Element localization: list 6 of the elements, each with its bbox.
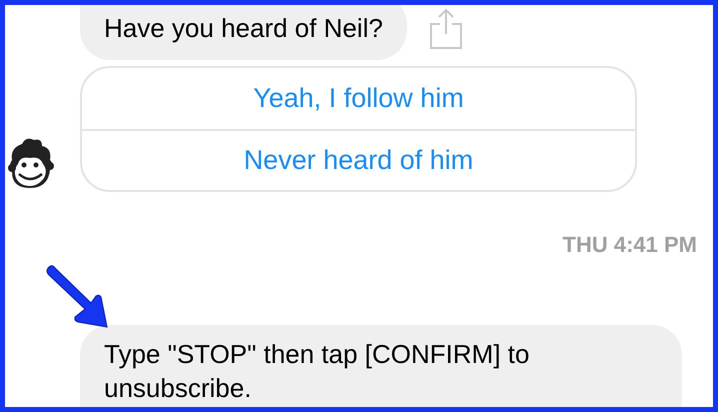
timestamp: THU 4:41 PM [562, 231, 697, 259]
message-bubble: Have you heard of Neil? [80, 5, 407, 60]
share-icon[interactable] [428, 8, 463, 50]
message-bubble: Type "STOP" then tap [CONFIRM] to unsubscribe. [80, 325, 682, 407]
quick-reply-button[interactable]: Never heard of him [82, 129, 635, 190]
quick-reply-button[interactable]: Yeah, I follow him [82, 68, 635, 129]
